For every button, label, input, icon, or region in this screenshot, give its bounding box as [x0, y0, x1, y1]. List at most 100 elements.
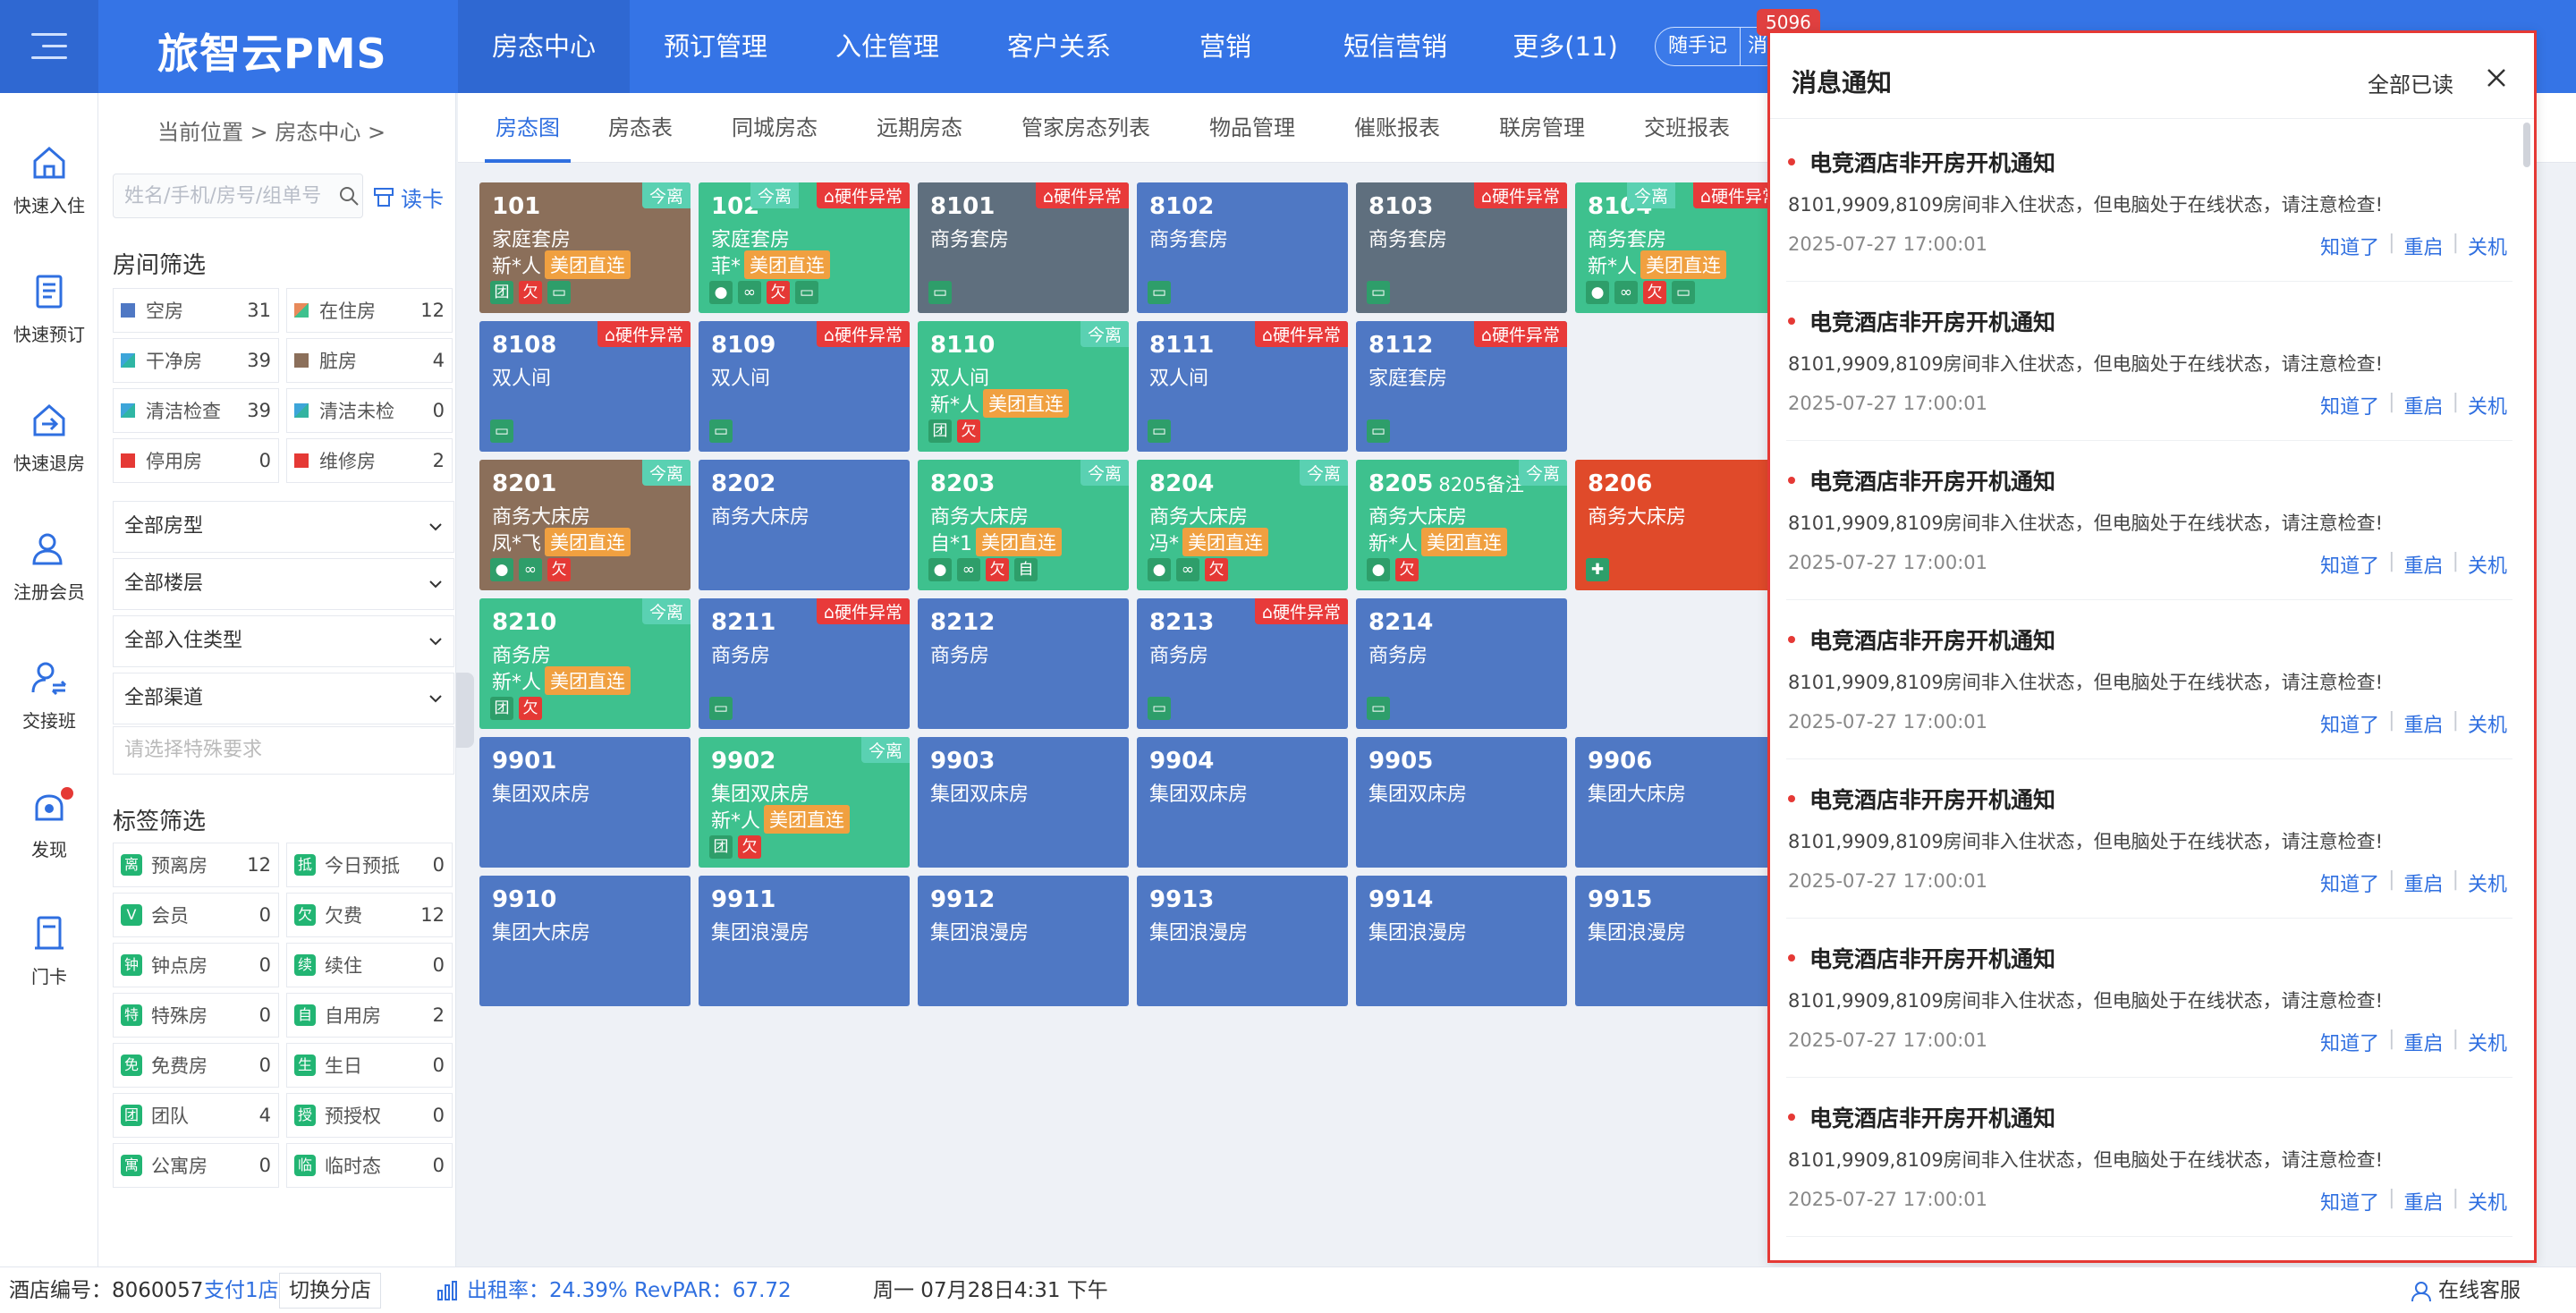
- shutdown-button[interactable]: 关机: [2468, 550, 2507, 579]
- restart-button[interactable]: 重启: [2404, 709, 2444, 738]
- acknowledge-button[interactable]: 知道了: [2320, 391, 2379, 419]
- room-card[interactable]: 9901 集团双床房: [479, 737, 691, 868]
- restart-button[interactable]: 重启: [2404, 232, 2444, 260]
- room-card[interactable]: 9905 集团双床房: [1356, 737, 1567, 868]
- room-card[interactable]: 8206 商务大床房 ✚: [1575, 460, 1786, 590]
- restart-button[interactable]: 重启: [2404, 1028, 2444, 1056]
- room-card[interactable]: 8102 商务套房 ▭: [1137, 182, 1348, 313]
- tab-future-status[interactable]: 远期房态: [877, 93, 962, 163]
- tag-stat-item[interactable]: 生生日 0: [286, 1043, 453, 1088]
- nav-crm[interactable]: 客户关系: [973, 0, 1145, 93]
- room-card[interactable]: 9903 集团双床房: [918, 737, 1129, 868]
- acknowledge-button[interactable]: 知道了: [2320, 868, 2379, 897]
- room-card[interactable]: 8110 双人间 新*人 美团直连 今离团欠: [918, 321, 1129, 452]
- acknowledge-button[interactable]: 知道了: [2320, 550, 2379, 579]
- acknowledge-button[interactable]: 知道了: [2320, 232, 2379, 260]
- room-stat-vacant[interactable]: 空房 31: [113, 288, 279, 333]
- tag-stat-item[interactable]: 钟钟点房 0: [113, 943, 279, 987]
- tag-stat-item[interactable]: V 会员 0: [113, 893, 279, 937]
- rail-quick-booking[interactable]: 快速预订: [0, 272, 98, 346]
- shutdown-button[interactable]: 关机: [2468, 1187, 2507, 1216]
- room-card[interactable]: 8211 商务房 ⌂硬件异常 ▭: [699, 598, 910, 729]
- room-type-dropdown[interactable]: 全部房型: [113, 501, 454, 553]
- quick-note-button[interactable]: 随手记: [1655, 27, 1741, 66]
- tab-dunning-report[interactable]: 催账报表: [1354, 93, 1440, 163]
- room-card[interactable]: 8212 商务房: [918, 598, 1129, 729]
- restart-button[interactable]: 重启: [2404, 1187, 2444, 1216]
- menu-toggle-button[interactable]: [0, 0, 98, 93]
- acknowledge-button[interactable]: 知道了: [2320, 1028, 2379, 1056]
- tag-stat-item[interactable]: 免免费房 0: [113, 1043, 279, 1088]
- tag-stat-item[interactable]: 离预离房 12: [113, 843, 279, 887]
- room-card[interactable]: 9914 集团浪漫房: [1356, 876, 1567, 1006]
- room-card[interactable]: 9910 集团大床房: [479, 876, 691, 1006]
- shutdown-button[interactable]: 关机: [2468, 1028, 2507, 1056]
- room-card[interactable]: 9913 集团浪漫房: [1137, 876, 1348, 1006]
- tab-room-map[interactable]: 房态图: [485, 93, 571, 163]
- room-card[interactable]: 8201 商务大床房 凤*飞 美团直连 今离 ● ∞ 欠: [479, 460, 691, 590]
- tag-stat-item[interactable]: 欠欠费 12: [286, 893, 453, 937]
- room-card[interactable]: 9912 集团浪漫房: [918, 876, 1129, 1006]
- room-card[interactable]: 8109 双人间 ⌂硬件异常 ▭: [699, 321, 910, 452]
- room-card[interactable]: 101 家庭套房 新*人 美团直连 今离团欠 ▭: [479, 182, 691, 313]
- floor-dropdown[interactable]: 全部楼层: [113, 558, 454, 610]
- room-card[interactable]: 8103 商务套房 ⌂硬件异常 ▭: [1356, 182, 1567, 313]
- rail-quick-checkin[interactable]: 快速入住: [0, 143, 98, 217]
- rail-room-card[interactable]: 门卡: [0, 914, 98, 988]
- room-card[interactable]: 8112 家庭套房 ⌂硬件异常 ▭: [1356, 321, 1567, 452]
- tab-room-table[interactable]: 房态表: [608, 93, 673, 163]
- current-branch-link[interactable]: 支付1店: [204, 1267, 279, 1313]
- close-icon[interactable]: [2484, 65, 2509, 90]
- restart-button[interactable]: 重启: [2404, 391, 2444, 419]
- acknowledge-button[interactable]: 知道了: [2320, 1187, 2379, 1216]
- channel-dropdown[interactable]: 全部渠道: [113, 673, 454, 724]
- room-card[interactable]: 8203 商务大床房 自*1 美团直连 今离 ● ∞ 欠自: [918, 460, 1129, 590]
- shutdown-button[interactable]: 关机: [2468, 868, 2507, 897]
- nav-more[interactable]: 更多(11): [1485, 0, 1646, 93]
- tag-stat-item[interactable]: 团团队 4: [113, 1093, 279, 1138]
- tab-linked-rooms[interactable]: 联房管理: [1499, 93, 1585, 163]
- nav-booking[interactable]: 预订管理: [630, 0, 801, 93]
- room-card[interactable]: 9911 集团浪漫房: [699, 876, 910, 1006]
- tag-stat-item[interactable]: 寓公寓房 0: [113, 1143, 279, 1188]
- room-stat-clean-inspect[interactable]: 清洁检查 39: [113, 388, 279, 433]
- tab-items[interactable]: 物品管理: [1209, 93, 1295, 163]
- restart-button[interactable]: 重启: [2404, 868, 2444, 897]
- room-card[interactable]: 102 家庭套房 菲* 美团直连 ⌂硬件异常 今离 ● ∞ 欠 ▭: [699, 182, 910, 313]
- read-card-button[interactable]: 读卡: [372, 177, 444, 216]
- tag-stat-item[interactable]: 授预授权 0: [286, 1093, 453, 1138]
- tag-stat-item[interactable]: 自自用房 2: [286, 993, 453, 1038]
- search-icon[interactable]: [338, 185, 360, 207]
- nav-room-status-center[interactable]: 房态中心: [458, 0, 630, 93]
- room-card[interactable]: 8213 商务房 ⌂硬件异常 ▭: [1137, 598, 1348, 729]
- switch-branch-button[interactable]: 切换分店: [279, 1273, 381, 1309]
- checkin-type-dropdown[interactable]: 全部入住类型: [113, 615, 454, 667]
- tag-stat-item[interactable]: 临临时态 0: [286, 1143, 453, 1188]
- room-stat-clean[interactable]: 干净房 39: [113, 338, 279, 383]
- shutdown-button[interactable]: 关机: [2468, 709, 2507, 738]
- shutdown-button[interactable]: 关机: [2468, 232, 2507, 260]
- restart-button[interactable]: 重启: [2404, 550, 2444, 579]
- online-service-button[interactable]: 在线客服: [2438, 1267, 2521, 1313]
- rail-quick-checkout[interactable]: 快速退房: [0, 401, 98, 475]
- room-card[interactable]: 8214 商务房 ▭: [1356, 598, 1567, 729]
- tab-housekeeping-list[interactable]: 管家房态列表: [1021, 93, 1150, 163]
- room-stat-clean-uninspected[interactable]: 清洁未检 0: [286, 388, 453, 433]
- rail-register-member[interactable]: 注册会员: [0, 529, 98, 604]
- room-card[interactable]: 9915 集团浪漫房: [1575, 876, 1786, 1006]
- room-card[interactable]: 8204 商务大床房 冯* 美团直连 今离 ● ∞ 欠: [1137, 460, 1348, 590]
- tab-city-status[interactable]: 同城房态: [732, 93, 818, 163]
- rail-discover[interactable]: 发现: [0, 787, 98, 861]
- special-request-select[interactable]: 请选择特殊要求: [113, 726, 454, 775]
- room-card[interactable]: 8111 双人间 ⌂硬件异常 ▭: [1137, 321, 1348, 452]
- room-card[interactable]: 8210 商务房 新*人 美团直连 今离团欠: [479, 598, 691, 729]
- room-card[interactable]: 8205 8205备注 商务大床房 新*人 美团直连 今离 ● 欠: [1356, 460, 1567, 590]
- search-input[interactable]: [113, 174, 363, 218]
- acknowledge-button[interactable]: 知道了: [2320, 709, 2379, 738]
- room-card[interactable]: 9902 集团双床房 新*人 美团直连 今离团欠: [699, 737, 910, 868]
- room-stat-dirty[interactable]: 脏房 4: [286, 338, 453, 383]
- tab-shift-report[interactable]: 交班报表: [1644, 93, 1730, 163]
- notification-scrollbar[interactable]: [2523, 123, 2530, 167]
- room-card[interactable]: 8202 商务大床房: [699, 460, 910, 590]
- room-card[interactable]: 9904 集团双床房: [1137, 737, 1348, 868]
